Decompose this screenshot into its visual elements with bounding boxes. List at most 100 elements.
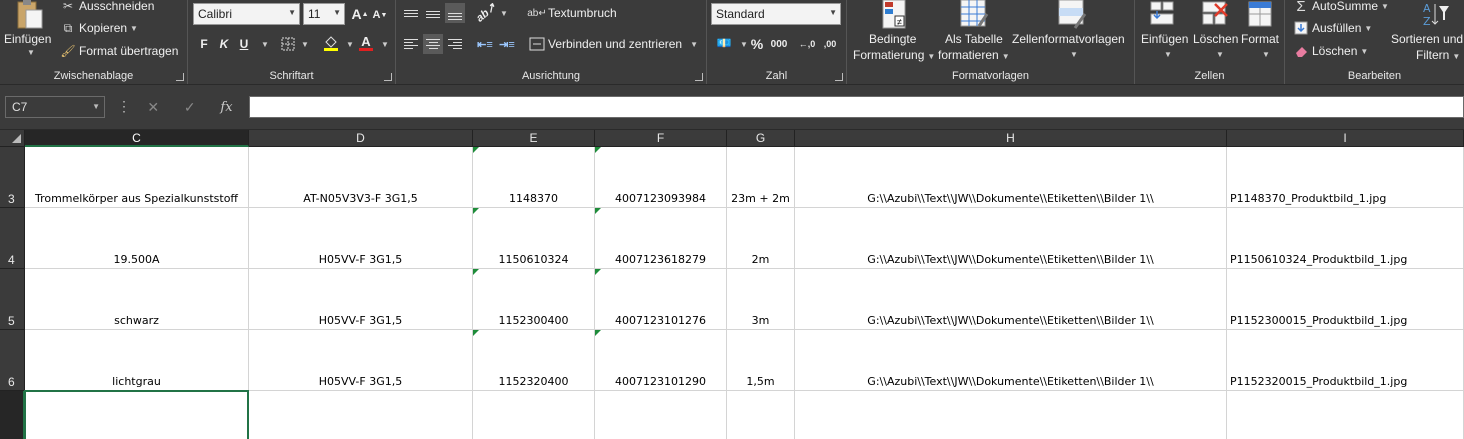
cell-e[interactable]: 1152300400 — [473, 269, 595, 330]
chevron-down-icon[interactable]: ▼ — [381, 40, 389, 49]
align-top-button[interactable] — [401, 3, 421, 23]
align-right-button[interactable] — [445, 34, 465, 54]
clear-button[interactable]: Löschen ▼ — [1293, 43, 1368, 59]
row-header[interactable]: 3 — [0, 147, 25, 208]
row-header[interactable]: 6 — [0, 330, 25, 391]
decrease-indent-button[interactable]: ⇤≡ — [475, 34, 495, 54]
shrink-font-button[interactable]: A ▼ — [370, 5, 390, 25]
font-color-button[interactable]: A — [356, 33, 376, 53]
insert-function-icon[interactable]: fx — [220, 100, 232, 115]
cell-i[interactable]: P1148370_Produktbild_1.jpg — [1227, 147, 1464, 208]
select-all-button[interactable] — [0, 130, 25, 147]
cell-f[interactable] — [595, 391, 727, 439]
enter-icon[interactable]: ✓ — [184, 99, 196, 116]
cell-h[interactable]: G:\\Azubi\\Text\\JW\\Dokumente\\Etikette… — [795, 208, 1227, 269]
cell-h[interactable]: G:\\Azubi\\Text\\JW\\Dokumente\\Etikette… — [795, 269, 1227, 330]
fill-button[interactable]: Ausfüllen ▼ — [1293, 20, 1372, 36]
column-header-g[interactable]: G — [727, 130, 795, 147]
cell-i[interactable]: P1152320015_Produktbild_1.jpg — [1227, 330, 1464, 391]
column-header-c[interactable]: C — [25, 130, 249, 147]
italic-button[interactable]: K — [214, 34, 234, 54]
thousands-separator-button[interactable]: 000 — [767, 34, 791, 54]
delete-cells-button[interactable]: Löschen ▼ — [1191, 0, 1241, 66]
cell-h[interactable]: G:\\Azubi\\Text\\JW\\Dokumente\\Etikette… — [795, 330, 1227, 391]
sort-filter-button[interactable]: A Z Sortieren und Filtern ▼ — [1387, 0, 1464, 66]
format-as-table-button[interactable]: Als Tabelle formatieren ▼ — [938, 0, 1011, 66]
column-header-d[interactable]: D — [249, 130, 473, 147]
chevron-down-icon[interactable]: ▼ — [261, 40, 269, 49]
align-bottom-button[interactable] — [445, 3, 465, 23]
cell-e[interactable] — [473, 391, 595, 439]
cut-button[interactable]: ✂ Ausschneiden — [60, 0, 154, 14]
cell-styles-button[interactable]: Zellenformatvorlagen ▼ — [1011, 0, 1131, 66]
paste-button[interactable]: Einfügen ▼ — [4, 0, 54, 66]
orientation-button[interactable]: ab↗ — [474, 1, 499, 24]
dialog-launcher-icon[interactable] — [176, 73, 184, 81]
column-header-e[interactable]: E — [473, 130, 595, 147]
cell-d[interactable]: H05VV-F 3G1,5 — [249, 330, 473, 391]
cell-c[interactable]: 19.500A — [25, 208, 249, 269]
cell-c[interactable]: schwarz — [25, 269, 249, 330]
cell-c[interactable]: Trommelkörper aus Spezialkunststoff — [25, 147, 249, 208]
cell-d[interactable]: AT-N05V3V3-F 3G1,5 — [249, 147, 473, 208]
cell-h[interactable] — [795, 391, 1227, 439]
font-name-select[interactable]: Calibri ▼ — [193, 3, 300, 25]
cell-g[interactable] — [727, 391, 795, 439]
cell-c[interactable]: lichtgrau — [25, 330, 249, 391]
copy-button[interactable]: ⧉ Kopieren ▼ — [60, 20, 138, 36]
format-painter-button[interactable]: 🖌 Format übertragen — [60, 43, 178, 59]
insert-cells-button[interactable]: Einfügen ▼ — [1139, 0, 1189, 66]
increase-indent-button[interactable]: ⇥≡ — [497, 34, 517, 54]
cell-d[interactable]: H05VV-F 3G1,5 — [249, 269, 473, 330]
formula-input[interactable] — [249, 96, 1464, 118]
cell-e[interactable]: 1150610324 — [473, 208, 595, 269]
cell-g[interactable]: 23m + 2m — [727, 147, 795, 208]
row-header[interactable]: 5 — [0, 269, 25, 330]
cell-g[interactable]: 2m — [727, 208, 795, 269]
number-format-select[interactable]: Standard ▼ — [711, 3, 841, 25]
wrap-text-button[interactable]: ab↵ Textumbruch — [527, 5, 616, 21]
conditional-formatting-button[interactable]: ≠ Bedingte Formatierung ▼ — [851, 0, 937, 66]
cell-f[interactable]: 4007123618279 — [595, 208, 727, 269]
accounting-format-button[interactable]: 💶 — [711, 33, 737, 53]
cell-g[interactable]: 3m — [727, 269, 795, 330]
row-header[interactable] — [0, 391, 25, 439]
cell-f[interactable]: 4007123101290 — [595, 330, 727, 391]
cancel-icon[interactable]: ✕ — [147, 99, 159, 116]
bold-button[interactable]: F — [194, 34, 214, 54]
fill-color-button[interactable] — [321, 33, 341, 53]
cell-d[interactable] — [249, 391, 473, 439]
dialog-launcher-icon[interactable] — [695, 73, 703, 81]
dialog-launcher-icon[interactable] — [384, 73, 392, 81]
cell-d[interactable]: H05VV-F 3G1,5 — [249, 208, 473, 269]
cell-i[interactable] — [1227, 391, 1464, 439]
increase-decimal-button[interactable]: ←,0 — [796, 34, 818, 54]
cell-c[interactable] — [25, 391, 249, 439]
align-middle-button[interactable] — [423, 3, 443, 23]
column-header-f[interactable]: F — [595, 130, 727, 147]
align-center-button[interactable] — [423, 34, 443, 54]
align-left-button[interactable] — [401, 34, 421, 54]
format-cells-button[interactable]: Format ▼ — [1241, 0, 1285, 66]
grow-font-button[interactable]: A ▲ — [350, 4, 370, 24]
cell-f[interactable]: 4007123093984 — [595, 147, 727, 208]
chevron-down-icon[interactable]: ▼ — [500, 9, 508, 18]
borders-button[interactable] — [278, 34, 298, 54]
underline-button[interactable]: U — [234, 34, 254, 54]
cell-e[interactable]: 1152320400 — [473, 330, 595, 391]
cell-f[interactable]: 4007123101276 — [595, 269, 727, 330]
column-header-i[interactable]: I — [1227, 130, 1464, 147]
resize-handle-icon[interactable]: ⋮ — [117, 98, 131, 115]
cell-i[interactable]: P1152300015_Produktbild_1.jpg — [1227, 269, 1464, 330]
chevron-down-icon[interactable]: ▼ — [346, 40, 354, 49]
font-size-select[interactable]: 11 ▼ — [303, 3, 345, 25]
row-header[interactable]: 4 — [0, 208, 25, 269]
cell-h[interactable]: G:\\Azubi\\Text\\JW\\Dokumente\\Etikette… — [795, 147, 1227, 208]
chevron-down-icon[interactable]: ▼ — [301, 40, 309, 49]
column-header-h[interactable]: H — [795, 130, 1227, 147]
dialog-launcher-icon[interactable] — [835, 73, 843, 81]
cell-i[interactable]: P1150610324_Produktbild_1.jpg — [1227, 208, 1464, 269]
name-box[interactable]: C7 ▼ — [5, 96, 105, 118]
merge-center-button[interactable]: Verbinden und zentrieren ▼ — [529, 36, 698, 52]
autosum-button[interactable]: Σ AutoSumme ▼ — [1293, 0, 1389, 15]
